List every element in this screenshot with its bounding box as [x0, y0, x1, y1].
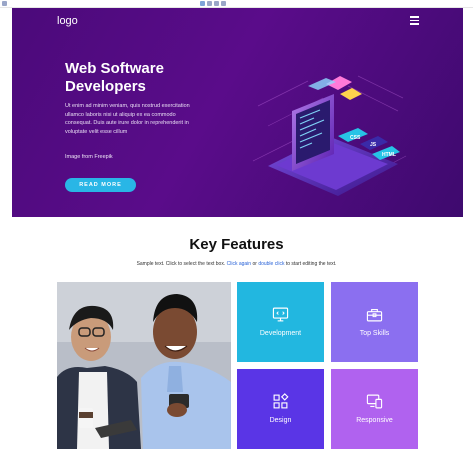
js-label: JS [370, 142, 377, 148]
tab-icon[interactable] [207, 1, 212, 6]
html-label: HTML [382, 152, 396, 158]
features-subtitle: Sample text. Click to select the text bo… [136, 261, 337, 267]
two-smiling-colleagues-photo [57, 282, 231, 449]
feature-tile-design[interactable]: Design [237, 369, 324, 449]
monitor-code-icon [272, 307, 289, 322]
tile-label: Development [259, 330, 302, 337]
tab-icon[interactable] [214, 1, 219, 6]
feature-tile-top-skills[interactable]: Top Skills [331, 282, 418, 362]
read-more-button[interactable]: READ MORE [65, 178, 136, 192]
tile-label: Design [269, 417, 292, 424]
tile-label: Top Skills [359, 330, 390, 337]
hamburger-menu-icon[interactable] [410, 16, 419, 25]
devices-icon [366, 394, 383, 409]
hero-title: Web Software Developers [65, 60, 164, 95]
isometric-laptop-code-illustration: CSS JS HTML [252, 75, 407, 196]
logo[interactable]: logo [57, 15, 78, 27]
tab-icon[interactable] [2, 1, 7, 6]
shapes-icon [273, 393, 289, 409]
hero-section: logo Web Software Developers Ut enim ad … [12, 8, 463, 217]
feature-tile-development[interactable]: Development [237, 282, 324, 362]
hero-description: Ut enim ad minim veniam, quis nostrud ex… [65, 103, 190, 135]
browser-top-strip [0, 0, 473, 8]
tab-icon[interactable] [200, 1, 205, 6]
css-label: CSS [350, 135, 361, 141]
tab-icon[interactable] [221, 1, 226, 6]
image-credit: Image from Freepik [65, 154, 113, 160]
tile-label: Responsive [356, 417, 393, 424]
toolbox-icon [366, 308, 383, 322]
feature-tile-responsive[interactable]: Responsive [331, 369, 418, 449]
features-title: Key Features [189, 236, 284, 253]
